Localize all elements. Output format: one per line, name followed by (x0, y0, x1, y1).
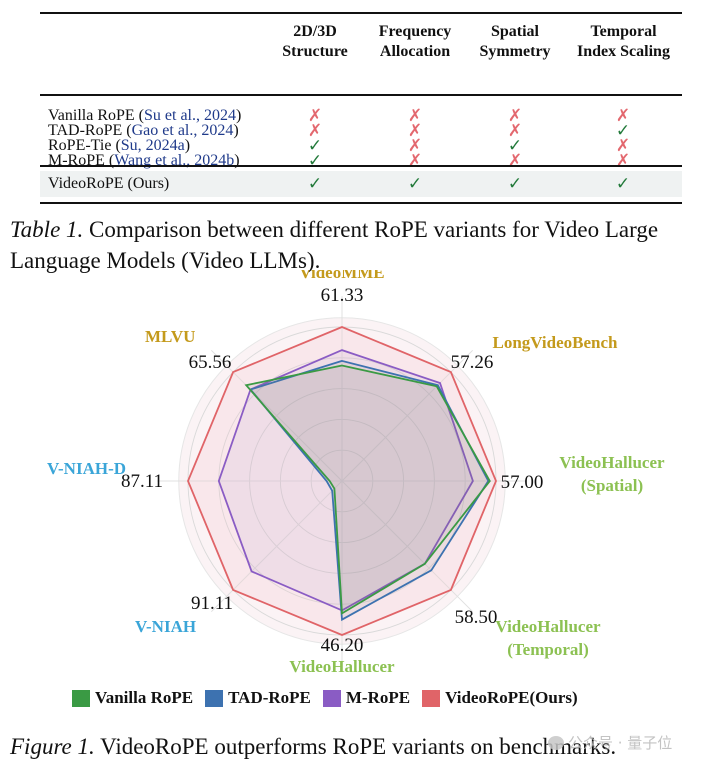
wechat-icon (548, 736, 564, 750)
caption-label: Table 1. (10, 217, 84, 242)
legend-swatch (72, 689, 90, 707)
cross-icon: ✗ (507, 151, 523, 170)
header-line: Symmetry (479, 43, 551, 60)
table-top-rule (40, 12, 682, 14)
table-row: M-RoPE (Wang et al., 2024b) ✓ ✗ ✗ ✗ (40, 149, 682, 173)
legend-item-tad-rope: TAD-RoPE (205, 688, 311, 708)
watermark-text: 公众号 · 量子位 (568, 734, 673, 752)
axis-max-label: 61.33 (321, 285, 364, 306)
table-ours-rule (40, 165, 682, 167)
cross-icon: ✗ (615, 151, 631, 170)
check-icon: ✓ (507, 174, 523, 193)
axis-max-label: 65.56 (189, 352, 232, 373)
header-2d3d-structure: 2D/3D Structure (265, 22, 365, 62)
table-row-ours: VideoRoPE (Ours) ✓ ✓ ✓ ✓ (40, 171, 682, 197)
header-line: Allocation (379, 43, 451, 60)
header-line: Frequency (378, 23, 452, 40)
axis-name-label: LongVideoBench (492, 333, 618, 352)
legend-swatch (422, 689, 441, 707)
caption-label: Figure 1. (10, 734, 95, 759)
header-spatial-symmetry: Spatial Symmetry (465, 22, 565, 62)
axis-max-label: 46.20 (321, 635, 364, 656)
legend-label: VideoRoPE(Ours) (445, 688, 578, 707)
axis-max-label: 87.11 (121, 471, 163, 492)
radar-chart: 61.33 VideoMME 65.56 MLVU 87.11V-NIAH-D 91.11… (47, 270, 665, 676)
axis-name-label: VideoMME (299, 270, 384, 282)
legend-label: TAD-RoPE (228, 688, 311, 707)
header-line: Temporal (590, 23, 657, 40)
axis-name-label: MLVU (145, 327, 195, 346)
legend-swatch (322, 689, 341, 707)
axis-name-label: (Spatial) (581, 476, 643, 495)
caption-text: Comparison between different RoPE varian… (10, 217, 659, 273)
header-temporal-index-scaling: Temporal Index Scaling (565, 22, 682, 62)
axis-name-label: VideoHallucer (495, 617, 601, 636)
check-icon: ✓ (307, 151, 323, 170)
check-icon: ✓ (407, 174, 423, 193)
axis-name-label: VideoHallucer (559, 453, 665, 472)
check-icon: ✓ (307, 174, 323, 193)
axis-name-label: VideoHallucer (289, 657, 395, 676)
caption-text: VideoRoPE outperforms RoPE variants on b… (94, 734, 617, 759)
axis-name-label: V-NIAH (135, 617, 196, 636)
legend-item-videorope: VideoRoPE(Ours) (422, 688, 578, 708)
header-line: 2D/3D (293, 23, 337, 40)
legend-label: Vanilla RoPE (95, 688, 194, 707)
header-line: Index Scaling (577, 43, 670, 60)
legend-item-vanilla-rope: Vanilla RoPE (72, 688, 193, 708)
table-bottom-rule (40, 202, 682, 204)
header-line: Spatial (490, 23, 539, 40)
table-caption: Table 1. Comparison between different Ro… (10, 214, 715, 276)
legend-swatch (205, 689, 224, 707)
axis-max-label: 57.26 (451, 352, 494, 373)
table-header-rule (40, 94, 682, 96)
axis-name-label: V-NIAH-D (47, 459, 126, 478)
cross-icon: ✗ (407, 151, 423, 170)
axis-max-label: 57.00 (501, 472, 544, 493)
header-line: Structure (282, 43, 348, 60)
chart-legend: Vanilla RoPE TAD-RoPE M-RoPE VideoRoPE(O… (72, 688, 578, 708)
legend-label: M-RoPE (345, 688, 411, 707)
check-icon: ✓ (615, 174, 631, 193)
axis-name-label: (Temporal) (507, 640, 589, 659)
watermark: 公众号 · 量子位 (548, 732, 672, 753)
method-name: VideoRoPE (Ours) (48, 175, 170, 192)
header-frequency-allocation: Frequency Allocation (365, 22, 465, 62)
axis-max-label: 91.11 (191, 593, 233, 614)
axis-max-label: 58.50 (455, 607, 498, 628)
method-label: M-RoPE (Wang et al., 2024b) (48, 149, 240, 173)
legend-item-m-rope: M-RoPE (322, 688, 411, 708)
